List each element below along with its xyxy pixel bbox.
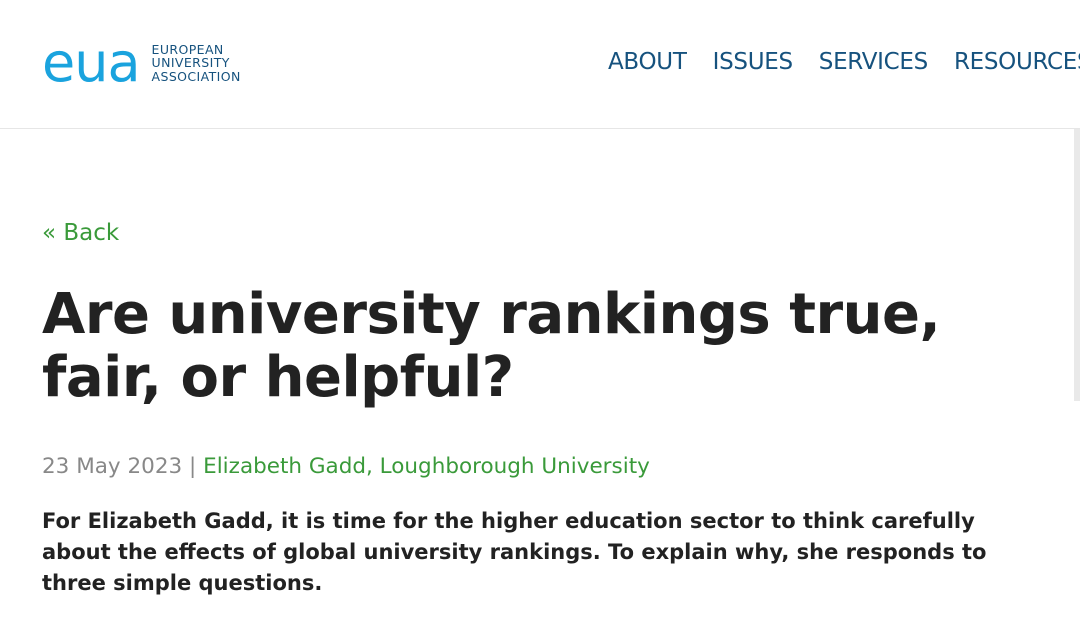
logo-mark: eua (42, 31, 141, 94)
main-nav: ABOUT ISSUES SERVICES RESOURCES (608, 48, 1080, 76)
site-header: eua EUROPEAN UNIVERSITY ASSOCIATION ABOU… (0, 0, 1080, 129)
meta-separator: | (182, 454, 204, 479)
article-date: 23 May 2023 (42, 454, 183, 479)
nav-item-resources[interactable]: RESOURCES (954, 48, 1080, 76)
nav-item-services[interactable]: SERVICES (819, 48, 928, 76)
article-lead: For Elizabeth Gadd, it is time for the h… (42, 509, 987, 595)
eua-logo[interactable]: eua EUROPEAN UNIVERSITY ASSOCIATION (42, 31, 241, 94)
article-meta: 23 May 2023 | Elizabeth Gadd, Loughborou… (42, 454, 650, 479)
logo-line: UNIVERSITY (151, 55, 230, 71)
logo-line: EUROPEAN (151, 41, 224, 57)
logo-wordmark: EUROPEAN UNIVERSITY ASSOCIATION (152, 43, 241, 84)
nav-item-issues[interactable]: ISSUES (713, 48, 793, 76)
scrollbar[interactable] (1074, 129, 1080, 401)
logo-line: ASSOCIATION (151, 68, 241, 84)
article-author-link[interactable]: Elizabeth Gadd, Loughborough University (203, 454, 650, 479)
article-title: Are university rankings true, fair, or h… (42, 282, 941, 410)
nav-item-about[interactable]: ABOUT (608, 48, 687, 76)
back-link[interactable]: « Back (42, 220, 119, 246)
